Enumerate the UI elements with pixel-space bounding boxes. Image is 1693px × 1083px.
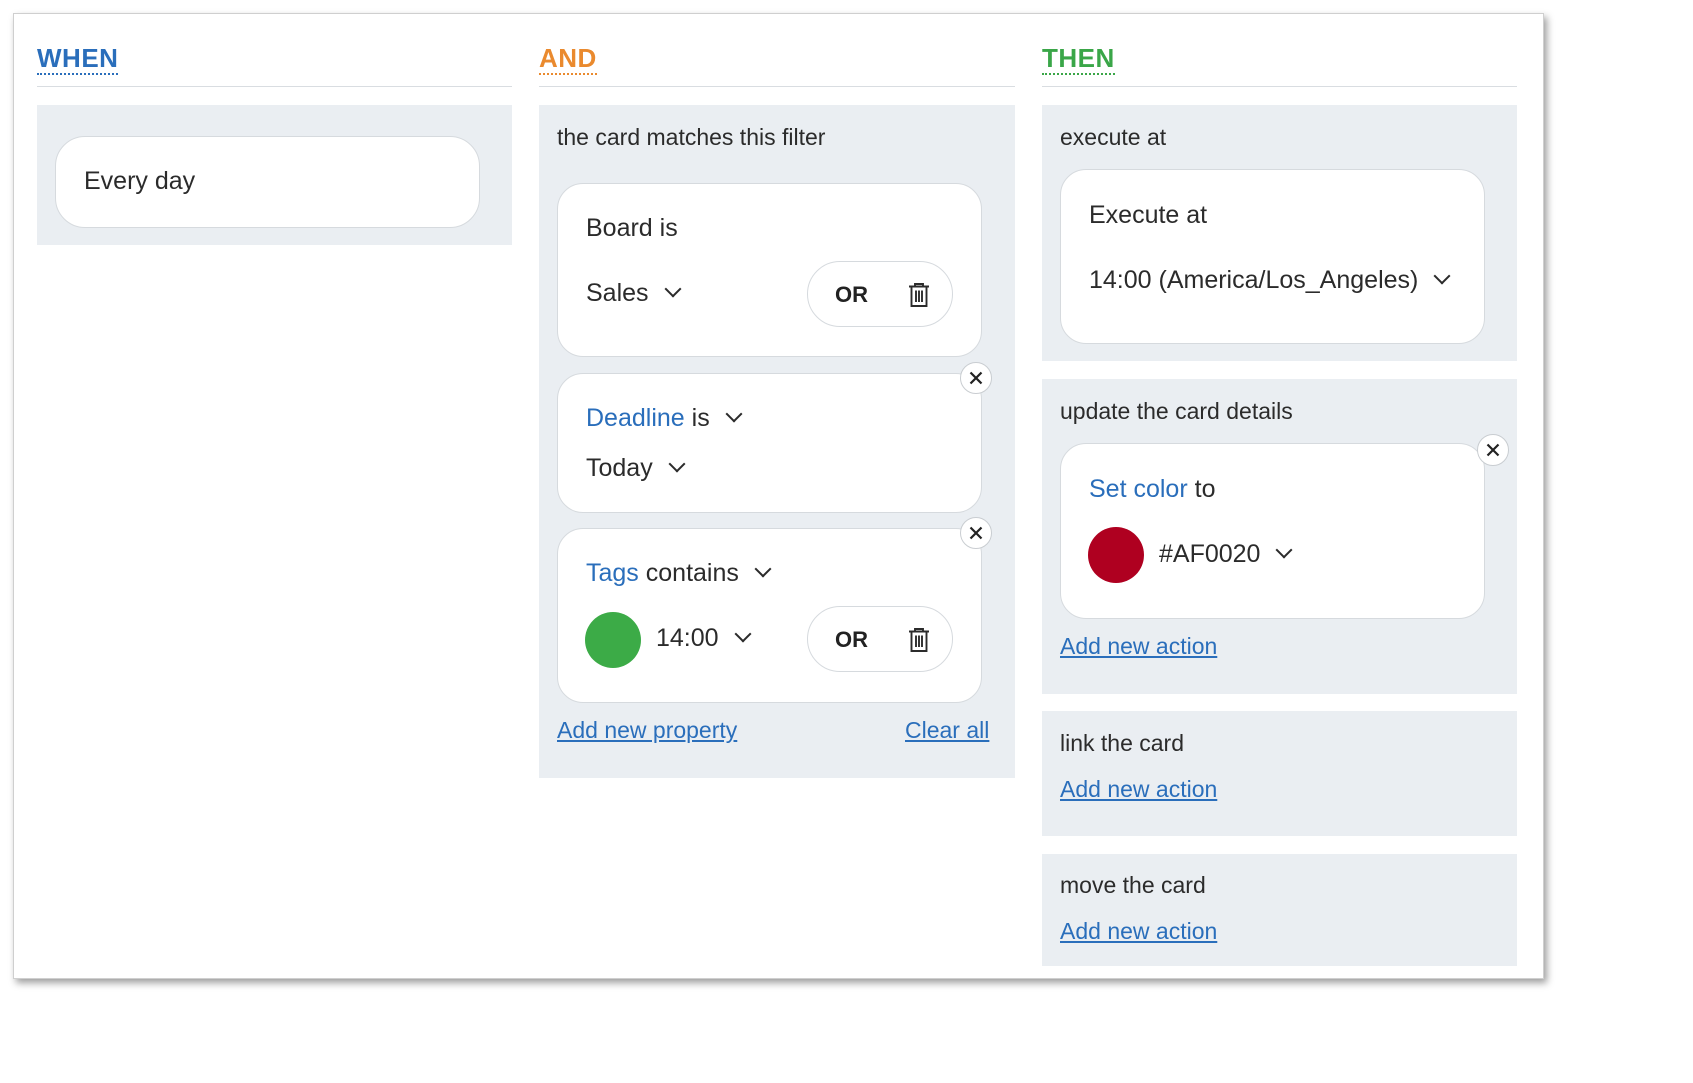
when-title: WHEN [37, 43, 119, 75]
filter-label: the card matches this filter [557, 124, 826, 150]
tags-operator: contains [645, 559, 739, 587]
condition-tags: Tags contains 14:00 OR [557, 528, 982, 703]
execute-card: Execute at 14:00 (America/Los_Angeles) [1060, 169, 1485, 344]
execute-label: execute at [1060, 124, 1167, 150]
add-new-property-link[interactable]: Add new property [557, 717, 737, 744]
deadline-property-dropdown[interactable]: Deadline is [586, 404, 743, 433]
board-value-dropdown[interactable]: Sales [586, 279, 682, 308]
add-new-action-update-link[interactable]: Add new action [1060, 633, 1217, 660]
trash-icon[interactable] [908, 282, 930, 308]
deadline-property: Deadline [586, 404, 685, 432]
set-color-action: Set color [1089, 475, 1188, 503]
or-trash-pill: OR [807, 261, 953, 327]
chevron-down-icon [1275, 541, 1293, 559]
or-button[interactable]: OR [835, 282, 868, 308]
condition-board-property: Board [586, 214, 653, 242]
when-panel: Every day [37, 105, 512, 245]
update-label: update the card details [1060, 398, 1293, 424]
set-color-card: Set color to #AF0020 [1060, 443, 1485, 619]
move-label: move the card [1060, 872, 1206, 898]
when-header: WHEN [37, 14, 512, 87]
clear-all-link[interactable]: Clear all [905, 717, 989, 744]
color-value: #AF0020 [1159, 540, 1261, 568]
add-new-action-move-link[interactable]: Add new action [1060, 918, 1217, 945]
chevron-down-icon [754, 560, 772, 578]
execute-card-title: Execute at [1089, 201, 1208, 229]
then-column: THEN execute at Execute at 14:00 (Americ… [1042, 14, 1517, 966]
trash-icon[interactable] [908, 627, 930, 653]
or-button[interactable]: OR [835, 627, 868, 653]
color-value-dropdown[interactable]: #AF0020 [1159, 540, 1293, 569]
filter-panel: the card matches this filter Board is Sa… [539, 105, 1015, 778]
add-new-action-link-link[interactable]: Add new action [1060, 776, 1217, 803]
set-color-connector: to [1194, 475, 1216, 503]
or-trash-pill: OR [807, 606, 953, 672]
then-title: THEN [1042, 43, 1115, 75]
execute-time-value: 14:00 (America/Los_Angeles) [1089, 266, 1419, 294]
condition-deadline: Deadline is Today [557, 373, 982, 513]
deadline-value: Today [586, 454, 653, 482]
chevron-down-icon [1433, 267, 1451, 285]
chevron-down-icon [725, 405, 743, 423]
tags-property: Tags [586, 559, 639, 587]
execute-time-dropdown[interactable]: 14:00 (America/Los_Angeles) [1089, 266, 1451, 295]
deadline-value-dropdown[interactable]: Today [586, 454, 686, 483]
deadline-operator: is [691, 404, 710, 432]
chevron-down-icon [734, 625, 752, 643]
trigger-card[interactable]: Every day [55, 136, 480, 228]
condition-board: Board is Sales OR [557, 183, 982, 357]
when-column: WHEN Every day [37, 14, 512, 245]
tags-value: 14:00 [656, 624, 719, 652]
rule-editor: WHEN Every day AND the card matches this… [13, 13, 1544, 979]
chevron-down-icon [664, 280, 682, 298]
tags-property-dropdown[interactable]: Tags contains [586, 559, 772, 588]
chevron-down-icon [668, 455, 686, 473]
close-icon [969, 526, 983, 540]
remove-condition-tags-button[interactable] [960, 517, 992, 549]
update-panel: update the card details Set color to #AF… [1042, 379, 1517, 694]
condition-board-operator: is [659, 214, 678, 242]
execute-panel: execute at Execute at 14:00 (America/Los… [1042, 105, 1517, 361]
board-value: Sales [586, 279, 649, 307]
close-icon [969, 371, 983, 385]
and-title: AND [539, 43, 597, 75]
and-column: AND the card matches this filter Board i… [539, 14, 1015, 778]
set-color-action-dropdown[interactable]: Set color to [1089, 475, 1215, 504]
close-icon [1486, 443, 1500, 457]
condition-board-label: Board is [586, 214, 678, 243]
then-header: THEN [1042, 14, 1517, 87]
remove-set-color-button[interactable] [1477, 434, 1509, 466]
trigger-value[interactable]: Every day [84, 167, 195, 196]
and-header: AND [539, 14, 1015, 87]
tag-color-swatch [585, 612, 641, 668]
remove-condition-deadline-button[interactable] [960, 362, 992, 394]
color-swatch [1088, 527, 1144, 583]
link-panel: link the card Add new action [1042, 711, 1517, 836]
link-label: link the card [1060, 730, 1185, 756]
move-panel: move the card Add new action [1042, 854, 1517, 966]
tags-value-dropdown[interactable]: 14:00 [656, 624, 752, 653]
